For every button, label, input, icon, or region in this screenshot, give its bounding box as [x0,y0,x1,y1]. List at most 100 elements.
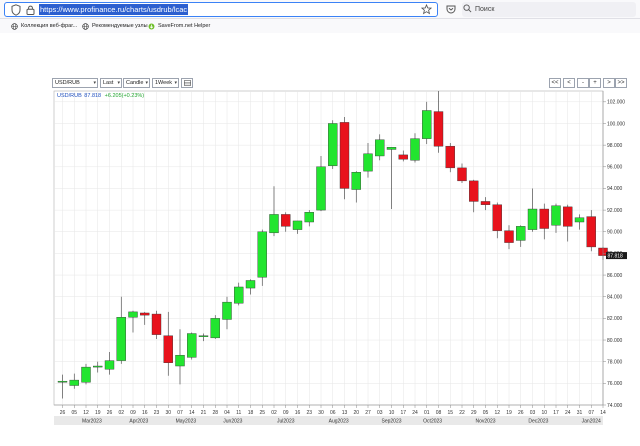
candle [151,310,162,339]
x-tick-label: 31 [577,410,583,416]
candle-body [422,110,432,139]
candle-body [281,214,291,227]
x-tick-label: 26 [518,410,524,416]
candle-body [375,139,385,157]
search-input[interactable] [475,3,625,15]
x-tick-label: 05 [483,410,489,416]
x-tick-label: 24 [565,410,571,416]
bookmark-web-collection[interactable]: Коллекция веб-фраг... [11,21,77,31]
candle-body [363,153,373,172]
candle-body [539,208,549,229]
x-tick-label: 25 [259,410,265,416]
x-tick-label: 27 [365,410,371,416]
y-tick-label: 102.000 [607,100,625,106]
lock-icon[interactable] [26,5,35,15]
search-box[interactable] [462,2,636,17]
x-tick-label: 03 [530,410,536,416]
y-tick-label: 86.000 [607,273,623,279]
candle [328,120,338,169]
bookmark-savefrom[interactable]: SaveFrom.net Helper [148,21,210,31]
x-tick-label: 17 [400,410,406,416]
candlestick-chart[interactable]: 74.000 76.000 78.000 80.000 82.000 84.000 86.0… [0,33,640,446]
candle-body [339,122,350,189]
x-tick-label: 09 [283,410,289,416]
x-tick-label: 01 [424,410,430,416]
candle-body [257,231,267,278]
globe-icon [11,22,18,30]
y-tick-label: 90.000 [607,230,623,236]
chart-area: USD/RUB ▾ Last ▾ Candle ▾ 1Week ▾ << < -… [0,33,640,446]
x-tick-label: 14 [189,410,195,416]
x-tick-label: 26 [107,410,113,416]
x-tick-label: 02 [118,410,124,416]
month-label: Jan2024 [582,419,601,425]
x-tick-label: 11 [236,410,241,416]
candle-body [469,180,479,202]
bookmark-label: SaveFrom.net Helper [158,23,211,29]
x-tick-label: 16 [295,410,301,416]
x-tick-label: 05 [71,410,77,416]
x-tick-label: 23 [154,410,160,416]
bookmark-label: Рекомендуемые узлы [92,23,148,29]
candle-body [504,230,514,243]
search-icon [463,4,472,13]
x-tick-label: 19 [95,410,101,416]
candle-body [433,111,444,147]
y-tick-label: 76.000 [607,381,623,387]
bookmarks-bar: Коллекция веб-фраг... Рекомендуемые узлы… [0,19,640,33]
url-text[interactable]: https://www.profinance.ru/charts/usdrub/… [39,4,189,15]
address-bar[interactable]: https://www.profinance.ru/charts/usdrub/… [4,2,438,17]
candle-body [140,312,150,316]
candle-body [551,205,561,226]
candle-body [480,201,491,205]
y-tick-label: 74.000 [607,403,623,409]
candle [339,116,350,200]
legend-change: +6.205(+0.23%) [105,93,145,99]
bookmark-star-icon[interactable] [421,4,432,15]
candle-body [116,317,126,361]
candle-body [563,206,573,227]
x-tick-label: 17 [553,410,559,416]
y-tick-label: 92.000 [607,208,623,214]
month-label: Aug2023 [329,419,349,425]
candle-body [57,380,68,383]
candle-body [304,212,314,223]
candle-body [234,286,244,304]
x-tick-label: 30 [318,410,324,416]
candle-body [81,366,91,383]
month-label: Apr2023 [129,419,148,425]
candle-body [198,335,209,337]
candle-body [163,335,173,363]
x-tick-label: 07 [177,410,183,416]
candle [210,315,220,339]
y-tick-label: 82.000 [607,316,623,322]
x-tick-label: 12 [83,410,89,416]
x-tick-label: 16 [142,410,148,416]
x-tick-label: 20 [353,410,359,416]
candle-body [328,123,338,166]
last-price-label: 87.818 [608,253,624,259]
x-tick-label: 04 [224,410,230,416]
x-tick-label: 19 [506,410,512,416]
y-tick-label: 96.000 [607,165,623,171]
candle-body [69,379,79,386]
candle-body [516,226,526,241]
bookmark-recommended-sites[interactable]: Рекомендуемые узлы [82,21,148,31]
x-tick-label: 23 [306,410,312,416]
candle [187,332,197,360]
bookmark-label: Коллекция веб-фраг... [21,23,78,29]
x-tick-label: 03 [377,410,383,416]
month-label: May2023 [176,419,197,425]
shield-icon[interactable] [11,4,21,16]
candle [445,142,455,173]
candle-body [187,333,197,358]
candle-body [316,166,326,211]
x-tick-label: 26 [60,410,66,416]
candle-body [574,217,585,223]
x-tick-label: 15 [447,410,453,416]
candle-body [175,354,185,367]
pocket-icon[interactable] [446,4,456,14]
y-tick-label: 94.000 [607,186,623,192]
candle-body [128,311,138,318]
x-tick-label: 07 [588,410,594,416]
